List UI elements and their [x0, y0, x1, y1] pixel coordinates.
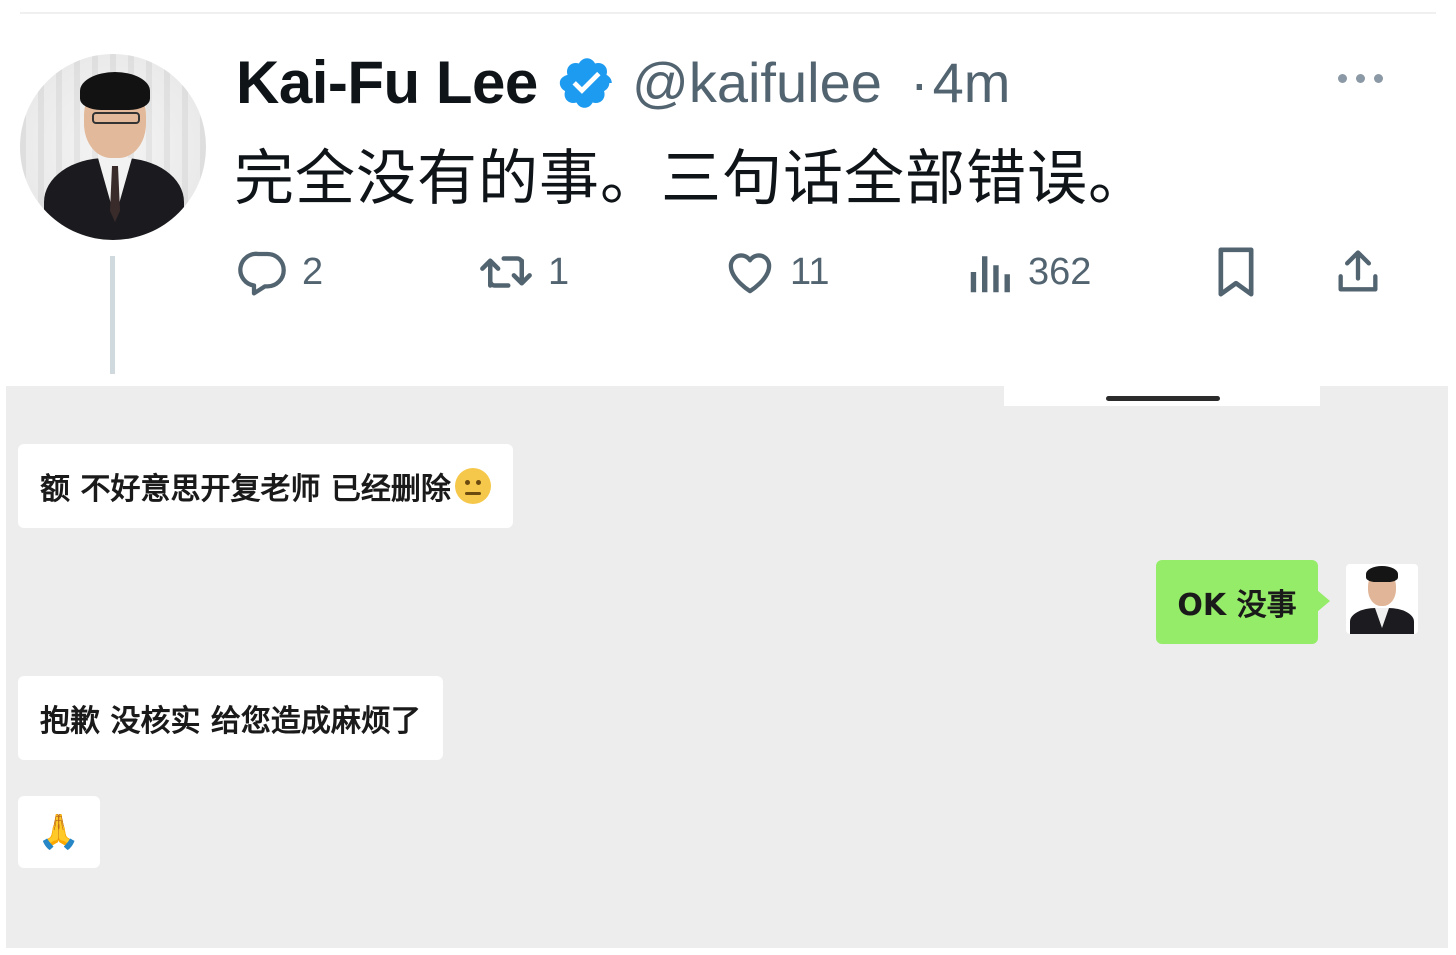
divider [20, 12, 1436, 14]
reply-icon [238, 251, 286, 296]
verified-badge-icon [559, 58, 612, 108]
user-avatar[interactable] [1346, 564, 1418, 634]
thread-connector-line [110, 256, 115, 374]
message-text: OK 没事 [1177, 588, 1297, 623]
like-count: 11 [790, 250, 830, 293]
more-options-icon[interactable] [1332, 66, 1392, 90]
message-text: 额 不好意思开复老师 已经删除 [40, 472, 451, 507]
bookmark-button[interactable] [1212, 242, 1260, 302]
share-icon [1338, 250, 1378, 292]
retweet-count: 1 [548, 250, 570, 293]
heart-icon [728, 253, 772, 294]
avatar-hair [1366, 566, 1398, 582]
author-name[interactable]: Kai-Fu Lee [236, 48, 538, 117]
tweet-timestamp[interactable]: 4m [910, 50, 1011, 115]
share-button[interactable] [1332, 242, 1384, 302]
tweet-text: 完全没有的事。三句话全部错误。 [234, 144, 1149, 214]
avatar-glasses [92, 112, 140, 124]
awkward-smile-emoji-icon [454, 468, 491, 504]
message-text: 抱歉 没核实 给您造成麻烦了 [40, 704, 421, 739]
reply-button[interactable]: 2 [236, 242, 323, 302]
author-handle[interactable]: @kaifulee [632, 50, 882, 115]
view-count: 362 [1028, 250, 1092, 293]
reply-count: 2 [302, 250, 324, 293]
retweet-button[interactable]: 1 [476, 242, 569, 302]
incoming-message[interactable]: 抱歉 没核实 给您造成麻烦了 [18, 676, 443, 760]
incoming-message[interactable]: 🙏 [18, 796, 100, 868]
retweet-icon [480, 256, 532, 288]
author-avatar[interactable] [20, 54, 206, 240]
outgoing-message[interactable]: OK 没事 [1156, 560, 1330, 644]
tab-indicator [1106, 396, 1220, 401]
tweet-card: Kai-Fu Lee @kaifulee 4m 完全没有的事。三句话全部错误。 … [0, 0, 1456, 386]
avatar-hair [80, 72, 150, 110]
analytics-icon [970, 256, 1010, 293]
like-button[interactable]: 11 [722, 242, 829, 302]
views-button[interactable]: 362 [966, 242, 1091, 302]
bookmark-icon [1218, 247, 1254, 297]
incoming-message[interactable]: 额 不好意思开复老师 已经删除 [18, 444, 513, 528]
folded-hands-emoji-icon: 🙏 [37, 812, 81, 852]
